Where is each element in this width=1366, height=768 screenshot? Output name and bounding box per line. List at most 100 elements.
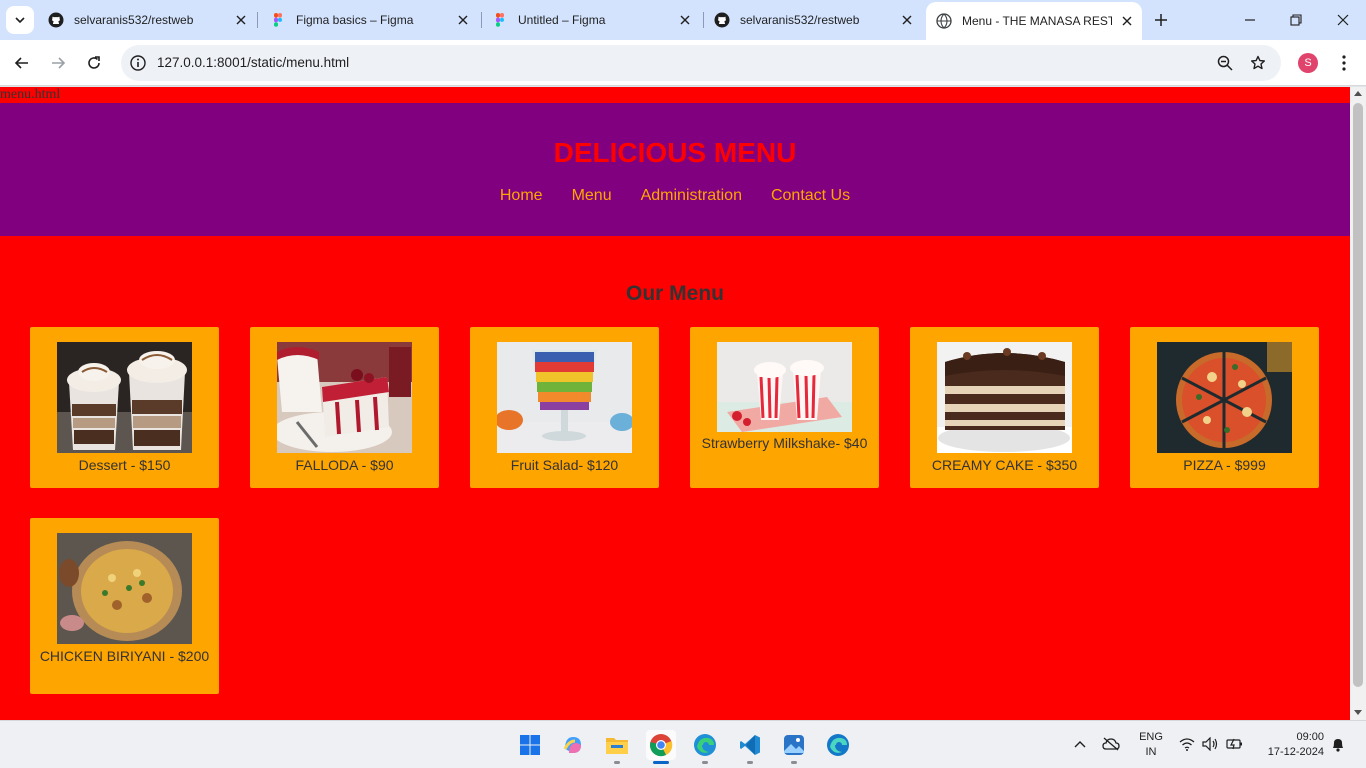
menu-card-dessert[interactable]: Dessert - $150	[30, 327, 219, 488]
edge-beta-app[interactable]	[823, 730, 853, 760]
nav-link-contact-us[interactable]: Contact Us	[771, 187, 850, 205]
reload-button[interactable]	[82, 51, 106, 75]
menu-card-label: Fruit Salad- $120	[510, 457, 619, 473]
creamy-cake-image	[937, 342, 1072, 453]
chevron-down-icon	[15, 17, 25, 24]
tab-5-close-icon[interactable]	[1120, 14, 1134, 28]
site-header: DELICIOUS MENU Home Menu Administration …	[0, 103, 1350, 236]
wifi-status[interactable]	[1178, 735, 1196, 753]
chrome-app[interactable]	[646, 730, 676, 760]
browser-tab-strip: selvaranis532/restweb Figma basics – Fig…	[0, 0, 1366, 40]
tab-4-close-icon[interactable]	[900, 13, 914, 27]
section-title: Our Menu	[626, 282, 724, 305]
browser-menu-button[interactable]	[1334, 52, 1354, 74]
fruit-salad-image	[497, 342, 632, 453]
plus-icon	[1155, 14, 1167, 26]
tab-4[interactable]: selvaranis532/restweb	[704, 6, 922, 34]
menu-card-label: Strawberry Milkshake- $40	[701, 435, 868, 451]
new-tab-button[interactable]	[1150, 9, 1172, 31]
copilot-icon	[563, 737, 581, 753]
tab-separator	[257, 12, 258, 28]
volume-status[interactable]	[1202, 735, 1220, 753]
cloud-off-icon	[1102, 737, 1120, 751]
tab-2[interactable]: Figma basics – Figma	[260, 6, 478, 34]
back-button[interactable]	[10, 51, 34, 75]
figma-icon	[274, 13, 282, 27]
site-info-icon[interactable]	[129, 54, 147, 72]
tab-3-title: Untitled – Figma	[518, 13, 606, 27]
bookmark-button[interactable]	[1248, 53, 1268, 73]
tab-3-close-icon[interactable]	[678, 13, 692, 27]
tab-1-title: selvaranis532/restweb	[74, 13, 194, 27]
page-viewport: menu.html DELICIOUS MENU Home Menu Admin…	[0, 87, 1366, 720]
tab-5-active[interactable]: Menu - THE MANASA RESTA	[926, 2, 1142, 40]
nav-link-menu[interactable]: Menu	[572, 187, 612, 205]
menu-card-fruit-salad[interactable]: Fruit Salad- $120	[470, 327, 659, 488]
menu-card-strawberry-milkshake[interactable]: Strawberry Milkshake- $40	[690, 327, 879, 488]
vscode-icon	[740, 735, 760, 755]
windows-start-icon	[520, 735, 540, 755]
edge-app[interactable]	[690, 730, 720, 760]
notifications-button[interactable]	[1329, 735, 1347, 753]
close-window-button[interactable]	[1333, 10, 1353, 30]
tab-1-close-icon[interactable]	[234, 13, 248, 27]
input-language[interactable]: ENG IN	[1138, 730, 1164, 760]
dessert-image	[57, 342, 192, 453]
app-active-indicator	[653, 761, 669, 764]
menu-card-label: CREAMY CAKE - $350	[931, 457, 1078, 473]
chicken-biriyani-image	[57, 533, 192, 644]
falloda-image	[277, 342, 412, 453]
zoom-button[interactable]	[1215, 53, 1235, 73]
bell-icon	[1333, 739, 1343, 752]
tab-search-button[interactable]	[6, 6, 34, 34]
star-icon	[1251, 55, 1265, 70]
nav-link-administration[interactable]: Administration	[641, 187, 742, 205]
strawberry-milkshake-image	[717, 342, 852, 432]
close-icon	[1337, 14, 1349, 26]
menu-card-creamy-cake[interactable]: CREAMY CAKE - $350	[910, 327, 1099, 488]
menu-card-chicken-biriyani[interactable]: CHICKEN BIRIYANI - $200	[30, 518, 219, 694]
tray-overflow-button[interactable]	[1071, 735, 1089, 753]
site-title: DELICIOUS MENU	[553, 137, 797, 168]
region-code: IN	[1145, 746, 1157, 758]
copilot-app[interactable]	[558, 730, 588, 760]
restore-button[interactable]	[1286, 10, 1306, 30]
menu-card-label: Dessert - $150	[78, 457, 171, 473]
forward-button[interactable]	[46, 51, 70, 75]
address-bar[interactable]: 127.0.0.1:8001/static/menu.html	[121, 45, 1281, 81]
chrome-icon	[650, 734, 673, 757]
browser-toolbar: 127.0.0.1:8001/static/menu.html S	[0, 40, 1366, 86]
scroll-up-arrow-icon[interactable]	[1354, 91, 1362, 96]
tab-1[interactable]: selvaranis532/restweb	[38, 6, 256, 34]
app-running-indicator	[702, 761, 708, 764]
restore-icon	[1290, 14, 1302, 26]
system-clock[interactable]: 09:00 17-12-2024	[1258, 730, 1324, 760]
globe-icon	[936, 13, 952, 29]
page-scrollbar[interactable]	[1350, 87, 1366, 720]
menu-card-falloda[interactable]: FALLODA - $90	[250, 327, 439, 488]
tab-2-close-icon[interactable]	[456, 13, 470, 27]
minimize-button[interactable]	[1240, 10, 1260, 30]
onedrive-status[interactable]	[1102, 735, 1120, 753]
tab-3[interactable]: Untitled – Figma	[482, 6, 700, 34]
menu-card-label: FALLODA - $90	[295, 457, 394, 473]
file-explorer-icon	[606, 738, 628, 754]
url-text[interactable]: 127.0.0.1:8001/static/menu.html	[157, 55, 349, 70]
zoom-out-icon	[1217, 55, 1233, 71]
menu-card-label: PIZZA - $999	[1183, 457, 1266, 473]
scroll-thumb[interactable]	[1353, 103, 1363, 687]
menu-card-pizza[interactable]: PIZZA - $999	[1130, 327, 1319, 488]
edge-icon	[694, 734, 716, 756]
windows-taskbar: ENG IN 09:00 17-12-2024	[0, 720, 1366, 768]
photos-app[interactable]	[779, 730, 809, 760]
scroll-down-arrow-icon[interactable]	[1354, 710, 1362, 715]
vscode-app[interactable]	[735, 730, 765, 760]
file-explorer-app[interactable]	[602, 730, 632, 760]
site-nav: Home Menu Administration Contact Us	[0, 187, 1350, 205]
windows-start-button[interactable]	[515, 730, 545, 760]
arrow-right-icon	[52, 57, 66, 69]
page-file-label: menu.html	[0, 87, 61, 102]
battery-status[interactable]	[1226, 735, 1244, 753]
nav-link-home[interactable]: Home	[500, 187, 543, 205]
profile-avatar[interactable]: S	[1298, 53, 1318, 73]
